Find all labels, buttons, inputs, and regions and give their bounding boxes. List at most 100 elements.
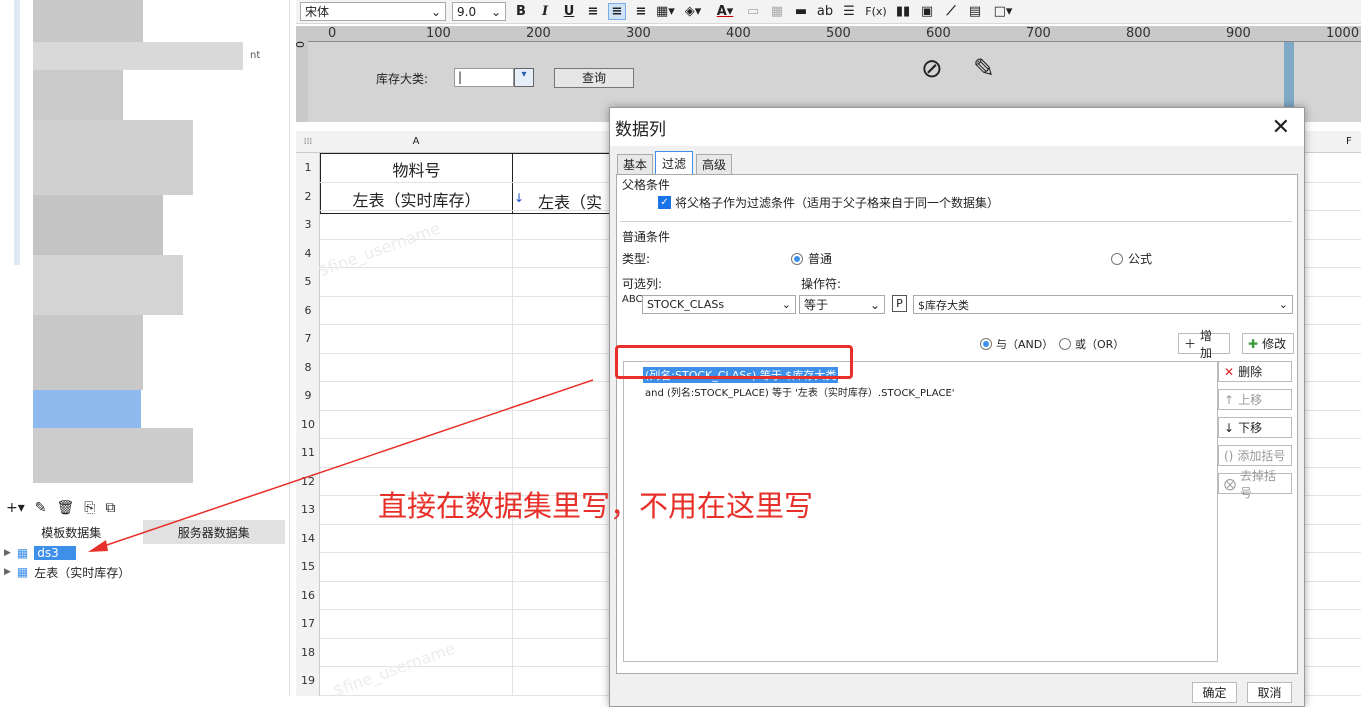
align-center-icon[interactable]: ≡ (608, 3, 626, 20)
row-header[interactable]: 14 (296, 532, 320, 545)
align-left-icon[interactable]: ≡ (584, 4, 602, 19)
delete-button[interactable]: ✕ 删除 (1218, 361, 1292, 382)
ok-button[interactable]: 确定 (1192, 682, 1237, 703)
row-header[interactable]: 12 (296, 475, 320, 488)
dataset-toolbar: +▾ ✎ 🗑 ⎘ ⧉ (0, 497, 285, 519)
type-normal-radio[interactable]: 普通 (791, 250, 832, 267)
underline-button[interactable]: U (560, 4, 578, 19)
ruler-tick: 700 (1026, 26, 1051, 41)
row-header[interactable]: 5 (296, 275, 320, 288)
tree-item-ds3[interactable]: ▶ ▦ ds3 (4, 544, 77, 562)
tree-item-left-table[interactable]: ▶ ▦ 左表（实时库存） (4, 563, 130, 581)
close-icon[interactable]: ✕ (1272, 115, 1290, 140)
font-family-select[interactable]: 宋体 ⌄ (300, 2, 446, 21)
rich-text-icon[interactable]: ☰ (840, 4, 858, 19)
bold-button[interactable]: B (512, 4, 530, 19)
chart-icon[interactable]: ▮▮ (894, 4, 912, 19)
cancel-button[interactable]: 取消 (1247, 682, 1292, 703)
split-cells-icon[interactable]: ▦ (768, 4, 786, 19)
cell-a2[interactable]: 左表（实时库存） (320, 187, 513, 211)
modify-button[interactable]: ✚ 修改 (1242, 333, 1294, 354)
move-down-button[interactable]: ↓ 下移 (1218, 417, 1292, 438)
expand-arrow-icon[interactable]: ▶ (4, 548, 11, 558)
checkbox-checked-icon[interactable]: ✓ (658, 196, 671, 209)
row-header[interactable]: 3 (296, 218, 320, 231)
fill-color-icon[interactable]: ◈▾ (680, 4, 706, 19)
radio-off-icon[interactable] (1111, 252, 1123, 265)
dialog-titlebar: 数据列 ✕ (610, 108, 1304, 146)
row-header[interactable]: 2 (296, 190, 320, 203)
more-icon[interactable]: □▾ (990, 4, 1016, 19)
slash-icon[interactable]: ⟋ (942, 4, 960, 19)
blurred-selected-row (33, 390, 141, 428)
expand-arrow-icon[interactable]: ▶ (4, 567, 11, 577)
add-button[interactable]: ＋增加 (1178, 329, 1230, 360)
remove-bracket-button[interactable]: ⨂ 去掉括号 (1218, 469, 1292, 500)
blurred-text: nt (250, 50, 261, 61)
blurred-block (33, 315, 143, 390)
add-bracket-button[interactable]: () 添加括号 (1218, 445, 1292, 466)
formula-icon[interactable]: F(x) (864, 5, 888, 18)
pencil-icon[interactable]: ✎ (973, 54, 995, 84)
row-header[interactable]: 11 (296, 446, 320, 459)
column-header-f[interactable]: F (1346, 131, 1361, 153)
preview-icon[interactable]: ⎘ (84, 500, 95, 516)
edit-icon[interactable]: ✎ (35, 500, 47, 516)
row-header[interactable]: 16 (296, 589, 320, 602)
and-radio[interactable]: 与（AND） (980, 336, 1053, 352)
row-header[interactable]: 19 (296, 674, 320, 687)
row-header[interactable]: 15 (296, 560, 320, 573)
parent-condition-heading: 父格条件 (622, 178, 671, 192)
operator-select[interactable]: 等于 ⌄ (799, 295, 885, 314)
image-icon[interactable]: ▣ (918, 4, 936, 19)
parent-filter-checkbox-row[interactable]: ✓ 将父格子作为过滤条件（适用于父子格来自于同一个数据集） (658, 194, 999, 211)
row-header[interactable]: 13 (296, 503, 320, 516)
column-select[interactable]: STOCK_CLASs ⌄ (642, 295, 796, 314)
align-right-icon[interactable]: ≡ (632, 4, 650, 19)
condition-item[interactable]: and (列名:STOCK_PLACE) 等于 '左表（实时库存）.STOCK_… (645, 384, 955, 399)
tab-basic[interactable]: 基本 (617, 154, 653, 174)
column-header-a[interactable]: A (320, 131, 512, 153)
parameter-type-icon[interactable]: P (892, 295, 907, 312)
move-up-button[interactable]: ↑ 上移 (1218, 389, 1292, 410)
row-header[interactable]: 10 (296, 418, 320, 431)
row-header[interactable]: 18 (296, 646, 320, 659)
tab-server-dataset[interactable]: 服务器数据集 (142, 520, 285, 544)
or-radio[interactable]: 或（OR） (1059, 336, 1124, 352)
param-label: 库存大类: (376, 72, 429, 86)
merge-cells-icon[interactable]: ▭ (744, 4, 762, 19)
hide-eye-icon[interactable]: ⊘ (921, 54, 943, 84)
vruler-zero: 0 (294, 41, 307, 48)
tab-template-dataset[interactable]: 模板数据集 (0, 520, 143, 544)
type-formula-radio[interactable]: 公式 (1111, 250, 1152, 267)
radio-on-icon[interactable] (791, 252, 803, 265)
subreport-icon[interactable]: ▤ (966, 4, 984, 19)
table-icon: ▦ (16, 565, 29, 579)
cell-a1[interactable]: 物料号 (320, 157, 513, 181)
query-button[interactable]: 查询 (554, 68, 634, 88)
radio-on-icon[interactable] (980, 338, 992, 350)
value-select[interactable]: $库存大类 ⌄ (913, 295, 1293, 314)
delete-icon[interactable]: 🗑 (57, 500, 75, 516)
border-icon[interactable]: ▦▾ (656, 4, 675, 19)
row-header[interactable]: 17 (296, 617, 320, 630)
font-color-icon[interactable]: A▾ (712, 4, 738, 19)
tab-advanced[interactable]: 高级 (696, 154, 732, 174)
tab-filter[interactable]: 过滤 (655, 151, 693, 175)
row-header[interactable]: 4 (296, 247, 320, 260)
radio-off-icon[interactable] (1059, 338, 1071, 350)
font-size-select[interactable]: 9.0 ⌄ (452, 2, 506, 21)
server-dataset-icon[interactable]: ⧉ (105, 500, 115, 516)
row-header[interactable]: 7 (296, 332, 320, 345)
add-dataset-icon[interactable]: +▾ (6, 500, 25, 516)
text-field-icon[interactable]: ▬ (792, 4, 810, 19)
row-header[interactable]: 1 (296, 161, 320, 174)
row-header[interactable]: 6 (296, 304, 320, 317)
row-header[interactable]: 8 (296, 361, 320, 374)
dropdown-icon[interactable]: ▾ (514, 68, 534, 87)
param-combo-input[interactable]: | (454, 68, 514, 87)
italic-button[interactable]: I (536, 4, 554, 19)
row-header[interactable]: 9 (296, 389, 320, 402)
text-icon[interactable]: ab (816, 4, 834, 19)
select-all-corner[interactable]: ⁞⁞⁞ (296, 131, 320, 153)
